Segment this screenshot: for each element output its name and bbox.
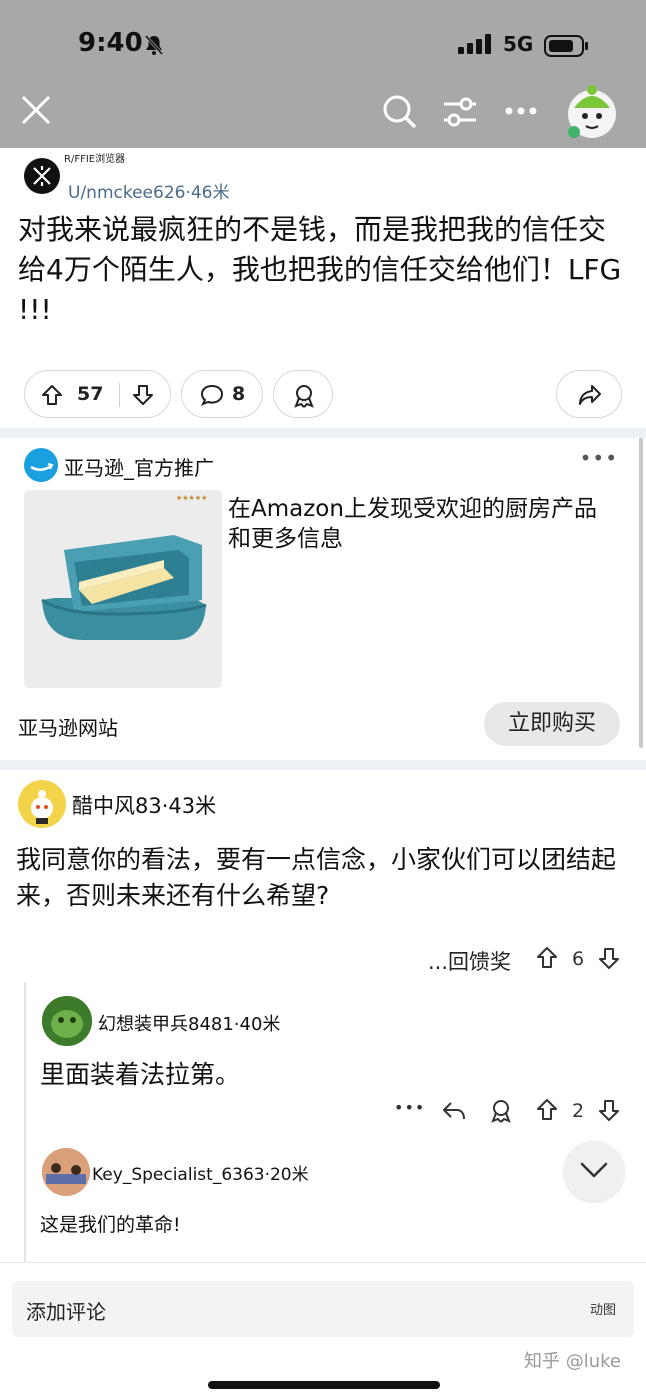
more-icon[interactable] [504,102,538,121]
subreddit-logo[interactable] [24,158,60,194]
upvote-icon[interactable] [41,384,63,406]
commenter-avatar[interactable] [42,1148,90,1196]
post-title: 对我来说最疯狂的不是钱，而是我把我的信任交给4万个陌生人，我也把我的信任交给他们… [18,213,622,326]
reply-icon[interactable] [441,1100,467,1122]
downvote-icon[interactable] [598,946,620,970]
award-icon[interactable] [488,1098,514,1124]
comment-pill[interactable]: 8 [181,370,263,418]
upvote-icon[interactable] [536,1098,558,1122]
section-separator [0,428,646,438]
nav-bar [0,84,646,144]
promoted-ad: 亚马逊_官方推广 ••• ★★★★★ 在Amazon上发现受欢迎的厨房产品和更多… [0,438,646,760]
ad-site-label[interactable]: 亚马逊网站 [18,712,118,741]
comment-user-meta[interactable]: Key_Specialist_6363·20米 [92,1160,309,1185]
comment-user-meta[interactable]: 幻想装甲兵8481·40米 [98,1010,280,1036]
battery-icon [544,35,590,61]
bell-muted-icon [144,34,164,60]
add-comment-placeholder: 添加评论 [26,1300,106,1324]
downvote-icon[interactable] [598,1098,620,1122]
close-icon[interactable] [20,94,52,130]
upvote-count: 57 [77,383,104,405]
comment-count: 8 [232,383,246,405]
add-comment-input[interactable]: 添加评论 动图 [12,1281,634,1337]
filter-icon[interactable] [442,94,478,134]
divider [119,383,120,407]
signal-icon [458,34,494,58]
status-time: 9:40 [78,28,143,58]
comment-vote-count: 6 [572,948,585,970]
user-avatar-icon[interactable] [566,84,618,144]
award-icon [294,385,314,408]
commenter-avatar[interactable] [18,780,66,828]
comment-icon [200,384,224,406]
commenter-avatar[interactable] [42,996,92,1046]
comment-more-button[interactable]: ••• [394,1098,425,1117]
vote-pill: 57 [24,370,171,418]
comment-text: 里面装着法拉第。 [40,1060,241,1089]
svg-text:★★★★★: ★★★★★ [176,494,207,502]
status-bar: 9:40 5G [0,24,646,64]
comment-text: 我同意你的看法，要有一点信念，小家伙们可以团结起来，否则未来还有什么希望? [16,845,617,910]
give-award-link[interactable]: ...回馈奖 [428,946,511,976]
home-indicator[interactable] [208,1381,440,1389]
comment-text: 这是我们的革命! [40,1214,181,1236]
share-button[interactable] [556,370,622,418]
comment-vote-count: 2 [572,1100,585,1122]
downvote-icon[interactable] [132,384,154,406]
share-icon [579,385,601,405]
scroll-down-button[interactable] [564,1141,624,1201]
comment-user-meta[interactable]: 醋中风83·43米 [72,790,216,820]
search-icon[interactable] [382,94,418,134]
amazon-logo[interactable] [24,448,58,482]
gif-button[interactable]: 动图 [590,1299,616,1318]
buy-now-button[interactable]: 立即购买 [484,702,620,746]
thread-line[interactable] [24,982,26,1262]
award-button[interactable] [273,370,333,418]
comment-composer-bar: 添加评论 动图 知乎 @luke [0,1262,646,1400]
ad-product-image[interactable]: ★★★★★ [24,490,222,688]
comments-section: 醋中风83·43米 我同意你的看法，要有一点信念，小家伙们可以团结起来，否则未来… [0,770,646,1262]
upvote-icon[interactable] [536,946,558,970]
chevron-down-icon [580,1162,608,1178]
watermark: 知乎 @luke [524,1351,621,1372]
post-card: R/FFIE浏览器 U/nmckee626·46米 对我来说最疯狂的不是钱，而是… [0,148,646,428]
top-header: 9:40 5G [0,0,646,148]
ad-headline[interactable]: 在Amazon上发现受欢迎的厨房产品和更多信息 [228,494,608,554]
section-separator [0,760,646,770]
advertiser-name[interactable]: 亚马逊_官方推广 [64,452,214,481]
ad-more-button[interactable]: ••• [580,446,618,470]
network-label: 5G [503,32,534,56]
subreddit-name[interactable]: R/FFIE浏览器 [64,150,125,165]
post-user-meta[interactable]: U/nmckee626·46米 [68,178,230,203]
